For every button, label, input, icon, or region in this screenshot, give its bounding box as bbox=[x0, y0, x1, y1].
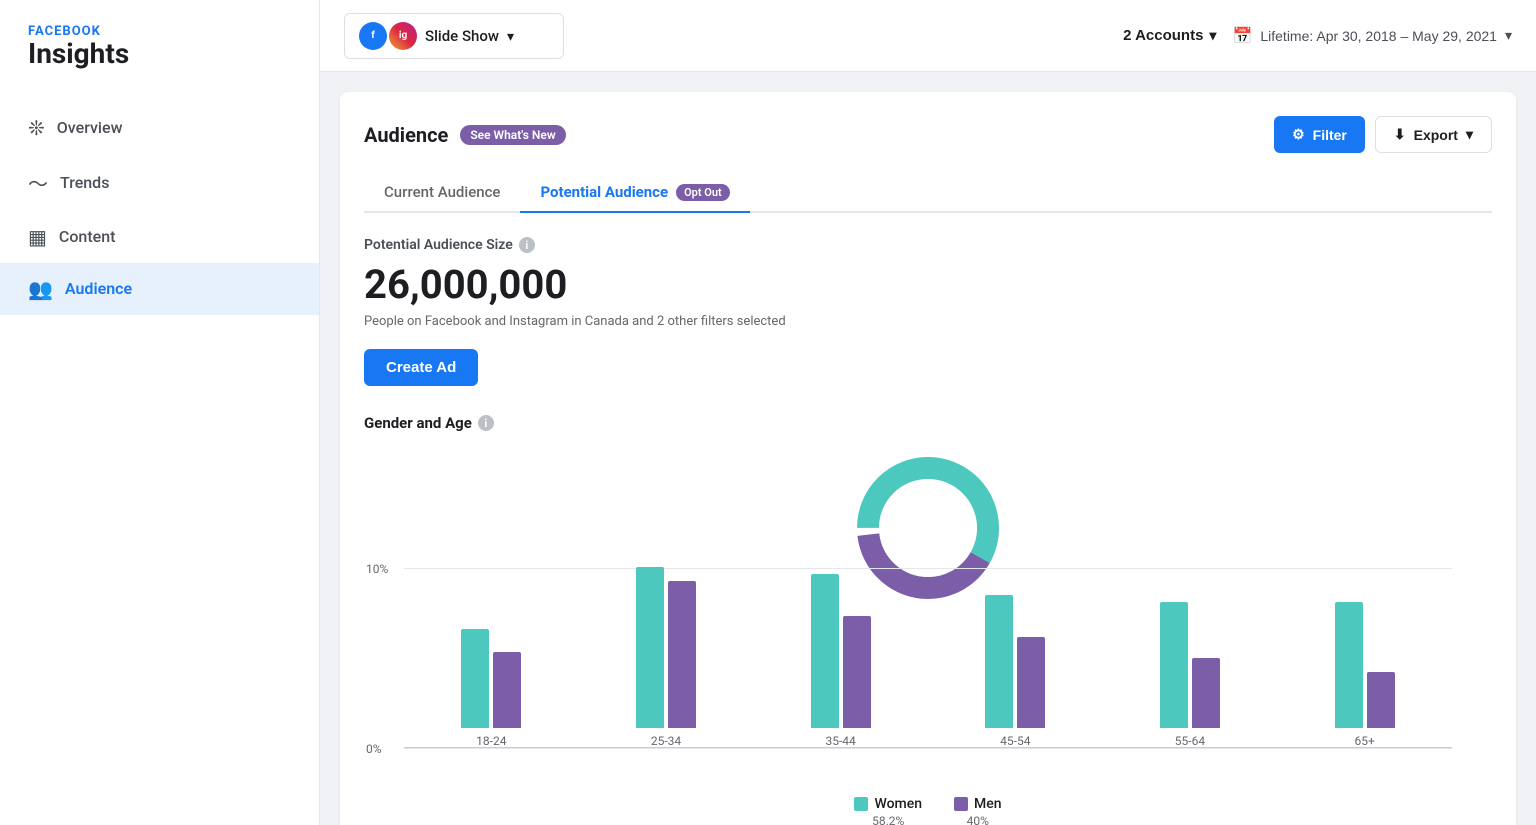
sidebar-item-audience[interactable]: 👥 Audience bbox=[0, 263, 319, 315]
overview-icon: ❊ bbox=[28, 116, 45, 140]
sidebar-item-trends-label: Trends bbox=[60, 173, 109, 192]
sidebar-item-content[interactable]: ▦ Content bbox=[0, 211, 319, 263]
bar-group-25-34: 25-34 bbox=[636, 567, 696, 748]
bar-women-65plus bbox=[1335, 602, 1363, 728]
slideshow-label: Slide Show bbox=[425, 27, 499, 45]
main-area: f ig Slide Show 2 Accounts 📅 Lifetime: A… bbox=[320, 0, 1536, 825]
audience-icon: 👥 bbox=[28, 277, 53, 301]
bar-label-35-44: 35-44 bbox=[825, 734, 855, 748]
accounts-label: 2 Accounts bbox=[1123, 27, 1203, 44]
sidebar: FACEBOOK Insights ❊ Overview 〜 Trends ▦ … bbox=[0, 0, 320, 825]
topbar: f ig Slide Show 2 Accounts 📅 Lifetime: A… bbox=[320, 0, 1536, 72]
content-area: Audience See What's New ⚙ Filter ⬇ Expor… bbox=[320, 72, 1536, 825]
sidebar-item-audience-label: Audience bbox=[65, 279, 132, 298]
bar-men-65plus bbox=[1367, 672, 1395, 728]
card-title-row: Audience See What's New bbox=[364, 123, 566, 147]
tab-potential-audience[interactable]: Potential Audience Opt Out bbox=[520, 173, 749, 213]
bar-group-45-54: 45-54 bbox=[985, 595, 1045, 748]
chart-legend: Women 58.2% Men 40% bbox=[364, 796, 1492, 825]
bar-men-55-64 bbox=[1192, 658, 1220, 728]
bar-group-35-44: 35-44 bbox=[811, 574, 871, 748]
export-chevron-icon bbox=[1466, 126, 1473, 143]
bar-group-65plus: 65+ bbox=[1335, 602, 1395, 748]
sidebar-nav: ❊ Overview 〜 Trends ▦ Content 👥 Audience bbox=[0, 102, 319, 315]
audience-size-label: Potential Audience Size i bbox=[364, 237, 1492, 253]
bar-women-55-64 bbox=[1160, 602, 1188, 728]
bar-label-45-54: 45-54 bbox=[1000, 734, 1030, 748]
audience-tabs: Current Audience Potential Audience Opt … bbox=[364, 173, 1492, 213]
audience-desc: People on Facebook and Instagram in Cana… bbox=[364, 314, 1492, 329]
badge-optout[interactable]: Opt Out bbox=[676, 184, 730, 201]
sidebar-logo: FACEBOOK Insights bbox=[0, 0, 319, 78]
slideshow-chevron-icon bbox=[507, 27, 514, 45]
card-header: Audience See What's New ⚙ Filter ⬇ Expor… bbox=[364, 116, 1492, 153]
sidebar-item-content-label: Content bbox=[59, 227, 116, 246]
audience-number: 26,000,000 bbox=[364, 261, 1492, 308]
create-ad-button[interactable]: Create Ad bbox=[364, 349, 478, 386]
topbar-right: 2 Accounts 📅 Lifetime: Apr 30, 2018 – Ma… bbox=[1123, 26, 1512, 46]
card-title: Audience bbox=[364, 123, 448, 147]
legend-dot-men bbox=[954, 797, 968, 811]
tab-current-audience[interactable]: Current Audience bbox=[364, 173, 520, 213]
date-range-button[interactable]: 📅 Lifetime: Apr 30, 2018 – May 29, 2021 bbox=[1232, 26, 1512, 46]
bar-men-25-34 bbox=[668, 581, 696, 728]
app-title: Insights bbox=[28, 39, 291, 70]
bar-label-55-64: 55-64 bbox=[1175, 734, 1205, 748]
info-icon[interactable]: i bbox=[519, 237, 535, 253]
account-avatars: f ig bbox=[359, 22, 417, 50]
bar-chart-area: 10% 0% 18-24 bbox=[404, 568, 1452, 748]
bar-women-25-34 bbox=[636, 567, 664, 728]
bar-men-18-24 bbox=[493, 652, 521, 728]
export-label: Export bbox=[1414, 127, 1458, 143]
avatar-facebook: f bbox=[359, 22, 387, 50]
bar-group-55-64: 55-64 bbox=[1160, 602, 1220, 748]
filter-icon: ⚙ bbox=[1292, 126, 1305, 143]
accounts-button[interactable]: 2 Accounts bbox=[1123, 27, 1216, 44]
legend-pct-men: 40% bbox=[967, 814, 989, 825]
bar-men-45-54 bbox=[1017, 637, 1045, 728]
legend-label-men: Men bbox=[974, 796, 1002, 812]
content-icon: ▦ bbox=[28, 225, 47, 249]
trends-icon: 〜 bbox=[28, 168, 48, 197]
bar-women-18-24 bbox=[461, 629, 489, 728]
legend-men: Men 40% bbox=[954, 796, 1002, 825]
filter-label: Filter bbox=[1313, 127, 1347, 143]
chart-title: Gender and Age i bbox=[364, 414, 1492, 432]
badge-new[interactable]: See What's New bbox=[460, 125, 565, 145]
tab-current-label: Current Audience bbox=[384, 183, 500, 201]
export-icon: ⬇ bbox=[1394, 126, 1406, 143]
chart-info-icon[interactable]: i bbox=[478, 415, 494, 431]
bar-women-45-54 bbox=[985, 595, 1013, 728]
bar-label-65plus: 65+ bbox=[1354, 734, 1374, 748]
donut-center bbox=[879, 479, 977, 577]
bar-label-25-34: 25-34 bbox=[651, 734, 681, 748]
sidebar-item-overview[interactable]: ❊ Overview bbox=[0, 102, 319, 154]
card-actions: ⚙ Filter ⬇ Export bbox=[1274, 116, 1492, 153]
slideshow-selector[interactable]: f ig Slide Show bbox=[344, 13, 564, 59]
sidebar-item-trends[interactable]: 〜 Trends bbox=[0, 154, 319, 211]
bar-men-35-44 bbox=[843, 616, 871, 728]
bar-women-35-44 bbox=[811, 574, 839, 728]
audience-card: Audience See What's New ⚙ Filter ⬇ Expor… bbox=[340, 92, 1516, 825]
bar-group-18-24: 18-24 bbox=[461, 629, 521, 748]
bar-label-18-24: 18-24 bbox=[476, 734, 506, 748]
legend-label-women: Women bbox=[874, 796, 922, 812]
legend-dot-women bbox=[854, 797, 868, 811]
avatar-instagram: ig bbox=[389, 22, 417, 50]
legend-women: Women 58.2% bbox=[854, 796, 922, 825]
accounts-chevron-icon bbox=[1209, 27, 1216, 44]
tab-potential-label: Potential Audience bbox=[540, 183, 668, 201]
x-axis-line bbox=[404, 747, 1452, 748]
date-range-label: Lifetime: Apr 30, 2018 – May 29, 2021 bbox=[1260, 28, 1497, 44]
calendar-icon: 📅 bbox=[1232, 26, 1252, 46]
filter-button[interactable]: ⚙ Filter bbox=[1274, 116, 1365, 153]
legend-pct-women: 58.2% bbox=[872, 814, 904, 825]
sidebar-item-overview-label: Overview bbox=[57, 118, 123, 137]
date-range-chevron-icon bbox=[1505, 27, 1512, 44]
export-button[interactable]: ⬇ Export bbox=[1375, 116, 1492, 153]
bar-groups: 18-24 25-34 bbox=[404, 568, 1452, 748]
chart-container: 10% 0% 18-24 bbox=[364, 448, 1492, 788]
